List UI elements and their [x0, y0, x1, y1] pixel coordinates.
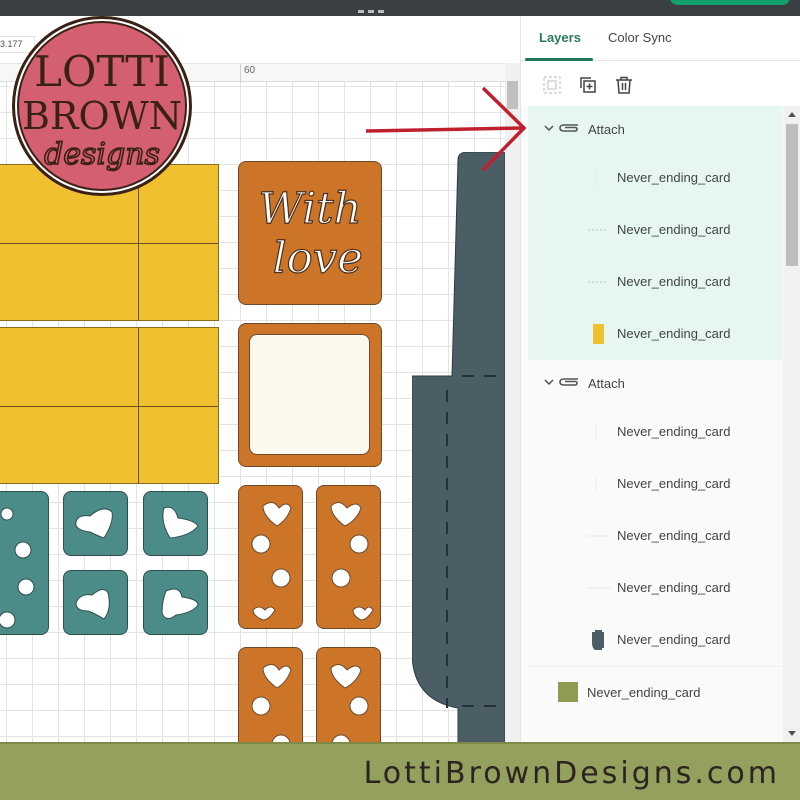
layer-name: Never_ending_card	[617, 424, 731, 439]
logo-line-3: designs	[44, 137, 160, 172]
layer-name: Never_ending_card	[617, 222, 731, 237]
group-header[interactable]: Attach	[528, 360, 782, 406]
heart-cutout-icon	[75, 508, 113, 539]
layers-toolbar	[521, 62, 800, 106]
attach-icon	[559, 378, 578, 386]
layers-panel: Layers Color Sync Attach Never_ending_ca…	[520, 16, 800, 742]
layer-name: Never_ending_card	[617, 580, 731, 595]
heart-cutout-icon	[75, 589, 110, 620]
flower-cutouts	[0, 507, 35, 629]
layer-row[interactable]: Never_ending_card	[528, 308, 782, 360]
love-text: love	[273, 233, 363, 283]
layer-row[interactable]: Never_ending_card	[528, 204, 782, 256]
frame-window	[249, 334, 370, 455]
teal-heart-tile[interactable]	[143, 570, 208, 635]
primary-action-button[interactable]	[670, 0, 790, 5]
layer-row[interactable]: Never_ending_card	[528, 666, 782, 718]
layers-scrollbar[interactable]	[783, 106, 800, 742]
canvas-scrollbar-thumb[interactable]	[507, 81, 518, 109]
cutout-pattern	[251, 502, 292, 621]
fold-line	[138, 328, 139, 483]
tab-layers[interactable]: Layers	[539, 30, 581, 45]
group-header[interactable]: Attach	[528, 106, 782, 152]
group-icon[interactable]	[541, 74, 563, 96]
layer-thumbnail-blank	[595, 170, 597, 186]
group-label: Attach	[588, 122, 625, 137]
layer-row[interactable]: Never_ending_card	[528, 152, 782, 204]
top-toolbar-icons	[358, 0, 398, 13]
with-love-lettering: With love	[258, 184, 364, 284]
cutout-pattern	[330, 502, 374, 621]
layer-name: Never_ending_card	[587, 685, 701, 700]
layer-row[interactable]: Never_ending_card	[528, 406, 782, 458]
layer-thumbnail-thin-line	[588, 587, 610, 589]
layer-group-attach[interactable]: Attach Never_ending_card Never_ending_ca…	[528, 106, 782, 360]
scroll-up-arrow-icon[interactable]	[788, 112, 796, 117]
tab-color-sync[interactable]: Color Sync	[608, 30, 672, 45]
chevron-down-icon[interactable]	[542, 375, 556, 389]
layer-thumbnail-dotted-line	[588, 229, 608, 231]
layer-row[interactable]: Never_ending_card	[528, 256, 782, 308]
layer-row[interactable]: Never_ending_card	[528, 614, 782, 666]
orange-flower-strip[interactable]	[238, 647, 303, 742]
fold-line	[0, 406, 218, 407]
panel-tabs: Layers Color Sync	[521, 16, 800, 61]
scroll-down-arrow-icon[interactable]	[788, 731, 796, 736]
teal-heart-tile[interactable]	[143, 491, 208, 556]
group-label: Attach	[588, 376, 625, 391]
card-base-shape[interactable]	[412, 152, 505, 742]
cutout-pattern	[330, 664, 369, 742]
footer-banner: LottiBrownDesigns.com	[0, 742, 800, 800]
fold-line	[0, 243, 218, 244]
with-text: With	[258, 184, 361, 234]
teal-heart-tile[interactable]	[63, 491, 128, 556]
cutout-pattern	[251, 664, 292, 742]
layers-list: Attach Never_ending_card Never_ending_ca…	[521, 106, 783, 742]
layer-thumbnail-blank	[595, 476, 597, 492]
orange-flower-strip[interactable]	[238, 485, 303, 629]
layer-row[interactable]: Never_ending_card	[528, 562, 782, 614]
layer-thumbnail-card	[558, 682, 578, 702]
layers-scrollbar-thumb[interactable]	[786, 124, 798, 266]
logo-line-2: BROWN	[22, 94, 182, 138]
logo-line-1: LOTTI	[34, 47, 170, 96]
layer-thumbnail-thin-line	[588, 535, 610, 537]
active-tab-indicator	[525, 58, 593, 61]
layer-name: Never_ending_card	[617, 170, 731, 185]
duplicate-icon[interactable]	[577, 74, 599, 96]
layer-name: Never_ending_card	[617, 476, 731, 491]
heart-cutout-icon	[162, 506, 199, 539]
ruler-tick-label: 60	[244, 65, 256, 76]
trash-icon[interactable]	[613, 74, 635, 96]
heart-cutout-icon	[161, 588, 199, 619]
website-url: LottiBrownDesigns.com	[363, 756, 780, 791]
layer-row[interactable]: Never_ending_card	[528, 458, 782, 510]
teal-heart-tile[interactable]	[63, 570, 128, 635]
canvas-scrollbar[interactable]	[505, 63, 520, 742]
layer-thumbnail-slate	[592, 630, 604, 650]
frame-panel[interactable]	[238, 323, 382, 467]
layer-thumbnail-dotted-line	[588, 281, 608, 283]
layer-row[interactable]: Never_ending_card	[528, 510, 782, 562]
attach-icon	[559, 124, 578, 132]
orange-flower-strip[interactable]	[316, 647, 381, 742]
ruler-tick	[240, 64, 241, 83]
teal-flower-panel[interactable]	[0, 491, 49, 635]
layer-name: Never_ending_card	[617, 632, 731, 647]
layer-thumbnail-blank	[595, 424, 597, 440]
layer-name: Never_ending_card	[617, 274, 731, 289]
app-root: 3.177 60 With love Layers Color Sync Att…	[0, 0, 800, 800]
layer-group-attach[interactable]: Attach Never_ending_card Never_ending_ca…	[528, 360, 782, 666]
brand-logo: LOTTI BROWN designs	[12, 16, 192, 196]
chevron-down-icon[interactable]	[542, 121, 556, 135]
layer-name: Never_ending_card	[617, 326, 731, 341]
orange-flower-strip[interactable]	[316, 485, 381, 629]
layer-name: Never_ending_card	[617, 528, 731, 543]
with-love-panel[interactable]: With love	[238, 161, 382, 305]
yellow-panel-bottom[interactable]	[0, 327, 219, 484]
layer-thumbnail-yellow	[593, 324, 604, 344]
